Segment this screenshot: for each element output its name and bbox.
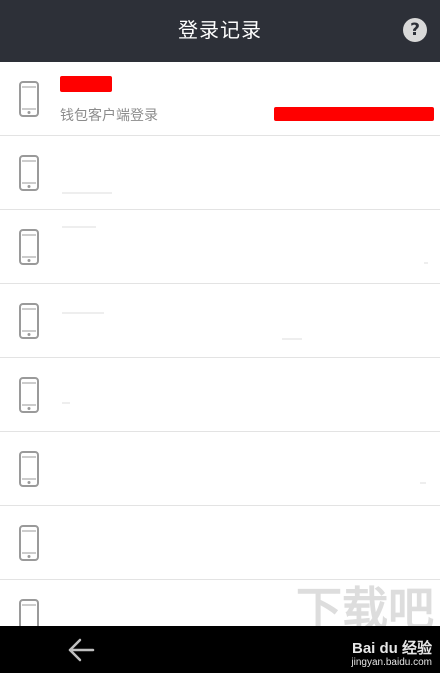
page-title: 登录记录 (178, 18, 262, 42)
phone-icon (19, 451, 39, 487)
back-button[interactable] (66, 636, 96, 664)
faded-text (420, 482, 426, 484)
help-button[interactable]: ? (403, 18, 427, 42)
list-item[interactable] (0, 432, 440, 506)
login-source-text: 钱包客户端登录 (60, 108, 158, 124)
faded-text (62, 402, 70, 404)
phone-icon (19, 525, 39, 561)
phone-icon (19, 229, 39, 265)
phone-icon (19, 155, 39, 191)
phone-icon (19, 377, 39, 413)
faded-text (62, 312, 104, 314)
phone-icon (19, 303, 39, 339)
watermark-url: jingyan.baidu.com (351, 657, 432, 668)
login-record-list: 钱包客户端登录 (0, 62, 440, 626)
list-item[interactable] (0, 210, 440, 284)
faded-text (62, 192, 112, 194)
list-item[interactable] (0, 284, 440, 358)
watermark-brand: Bai du 经验 (351, 640, 432, 657)
phone-icon (19, 81, 39, 117)
header-bar: 登录记录 ? (0, 0, 440, 62)
list-item[interactable]: 钱包客户端登录 (0, 62, 440, 136)
list-item[interactable] (0, 358, 440, 432)
list-item[interactable] (0, 580, 440, 626)
redacted-login-time (274, 107, 434, 121)
screen: 登录记录 ? 钱包客户端登录 下载吧 Bai du 经验 jingyan.bai… (0, 0, 440, 673)
redacted-account-name (60, 76, 112, 92)
arrow-left-icon (68, 638, 95, 662)
watermark: Bai du 经验 jingyan.baidu.com (351, 641, 432, 669)
faded-text (424, 262, 428, 264)
faded-text (282, 338, 302, 340)
phone-icon (19, 599, 39, 626)
navigation-bar: Bai du 经验 jingyan.baidu.com (0, 626, 440, 673)
list-item[interactable] (0, 136, 440, 210)
list-item[interactable] (0, 506, 440, 580)
faded-text (62, 226, 96, 228)
